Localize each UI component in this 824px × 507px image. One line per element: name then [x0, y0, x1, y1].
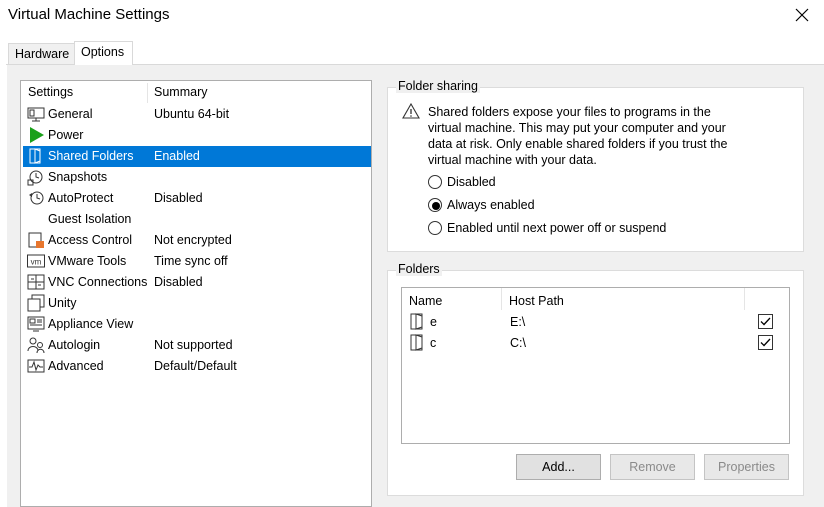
appliance-icon	[27, 316, 45, 332]
column-divider	[501, 288, 502, 310]
check-icon	[760, 338, 771, 347]
unity-icon	[27, 294, 45, 312]
radio-circle	[428, 221, 442, 235]
folder-enabled-checkbox[interactable]	[758, 314, 773, 329]
settings-item-name: VNC Connections	[48, 275, 148, 289]
snapshot-icon	[27, 170, 43, 186]
close-icon	[795, 8, 809, 22]
settings-item-unity[interactable]: Unity	[23, 293, 371, 314]
folders-title: Folders	[396, 262, 442, 276]
radio-label: Enabled until next power off or suspend	[447, 221, 667, 235]
settings-item-summary: Disabled	[154, 191, 203, 205]
settings-item-access-control[interactable]: Access Control Not encrypted	[23, 230, 371, 251]
vm-icon: vm	[27, 254, 45, 268]
folder-sharing-title: Folder sharing	[396, 79, 480, 93]
settings-item-summary: Not supported	[154, 338, 233, 352]
summary-column-header[interactable]: Summary	[154, 85, 207, 99]
monitor-icon	[27, 107, 45, 122]
graph-icon	[27, 359, 45, 373]
settings-item-autoprotect[interactable]: AutoProtect Disabled	[23, 188, 371, 209]
check-icon	[760, 317, 771, 326]
properties-button[interactable]: Properties	[704, 454, 789, 480]
folder-row-c[interactable]: c C:\	[402, 332, 789, 353]
settings-item-name: AutoProtect	[48, 191, 114, 205]
settings-item-shared-folders[interactable]: Shared Folders Enabled	[23, 146, 371, 167]
settings-item-summary: Default/Default	[154, 359, 237, 373]
folder-row-e[interactable]: e E:\	[402, 311, 789, 332]
warning-text: Shared folders expose your files to prog…	[428, 105, 728, 167]
settings-item-vmware-tools[interactable]: vm VMware Tools Time sync off	[23, 251, 371, 272]
tab-options[interactable]: Options	[74, 41, 133, 65]
settings-item-name: General	[48, 107, 93, 121]
settings-item-advanced[interactable]: Advanced Default/Default	[23, 356, 371, 377]
settings-item-summary: Ubuntu 64-bit	[154, 107, 230, 121]
settings-item-summary: Enabled	[154, 149, 200, 163]
settings-item-name: Shared Folders	[48, 149, 134, 163]
settings-item-name: Unity	[48, 296, 77, 310]
isolation-icon	[27, 210, 45, 228]
settings-item-name: Advanced	[48, 359, 104, 373]
name-column-header[interactable]: Name	[409, 294, 442, 308]
settings-item-vnc-connections[interactable]: VNC Connections Disabled	[23, 272, 371, 293]
settings-list-header: Settings Summary	[21, 81, 371, 103]
clock-icon	[29, 191, 44, 205]
settings-item-power[interactable]: Power	[23, 125, 371, 146]
tab-hardware-label: Hardware	[15, 47, 70, 61]
settings-list[interactable]: Settings Summary General Ubuntu 64-bit P…	[20, 80, 372, 507]
radio-selected-dot	[432, 202, 440, 210]
column-divider	[147, 83, 148, 103]
settings-item-autologin[interactable]: Autologin Not supported	[23, 335, 371, 356]
settings-item-name: Access Control	[48, 233, 133, 247]
settings-item-summary: Time sync off	[154, 254, 228, 268]
folder-host-path: C:\	[510, 336, 526, 350]
shared-folder-icon	[29, 148, 41, 164]
folder-enabled-checkbox[interactable]	[758, 335, 773, 350]
remove-button[interactable]: Remove	[610, 454, 695, 480]
folders-list[interactable]: Name Host Path e E:\ c C:\	[401, 287, 790, 444]
tab-options-label: Options	[81, 45, 125, 59]
svg-text:vm: vm	[31, 258, 42, 267]
close-button[interactable]	[780, 0, 824, 30]
settings-item-snapshots[interactable]: Snapshots	[23, 167, 371, 188]
radio-circle	[428, 175, 442, 189]
network-icon	[27, 274, 45, 290]
shared-folder-icon	[410, 334, 423, 351]
folder-name: c	[430, 336, 437, 350]
warning-icon	[402, 103, 420, 119]
settings-column-header[interactable]: Settings	[28, 85, 73, 99]
settings-item-name: Power	[48, 128, 84, 142]
settings-item-name: Snapshots	[48, 170, 108, 184]
add-button[interactable]: Add...	[516, 454, 601, 480]
folder-host-path: E:\	[510, 315, 526, 329]
settings-item-general[interactable]: General Ubuntu 64-bit	[23, 104, 371, 125]
title-bar: Virtual Machine Settings	[0, 0, 824, 32]
radio-label: Disabled	[447, 175, 496, 189]
lock-icon	[28, 232, 44, 248]
settings-item-name: Autologin	[48, 338, 101, 352]
folder-name: e	[430, 315, 437, 329]
tab-hardware[interactable]: Hardware	[8, 43, 75, 64]
shared-folder-icon	[410, 313, 423, 330]
settings-item-name: Appliance View	[48, 317, 134, 331]
radio-circle	[428, 198, 442, 212]
users-icon	[27, 337, 45, 354]
host-path-column-header[interactable]: Host Path	[509, 294, 564, 308]
settings-item-name: VMware Tools	[48, 254, 127, 268]
settings-item-name: Guest Isolation	[48, 212, 132, 226]
settings-item-summary: Disabled	[154, 275, 203, 289]
window-title: Virtual Machine Settings	[8, 6, 170, 23]
play-icon	[30, 127, 44, 143]
settings-item-summary: Not encrypted	[154, 233, 232, 247]
radio-label: Always enabled	[447, 198, 535, 212]
settings-item-appliance-view[interactable]: Appliance View	[23, 314, 371, 335]
column-divider	[744, 288, 745, 310]
settings-item-guest-isolation[interactable]: Guest Isolation	[23, 209, 371, 230]
